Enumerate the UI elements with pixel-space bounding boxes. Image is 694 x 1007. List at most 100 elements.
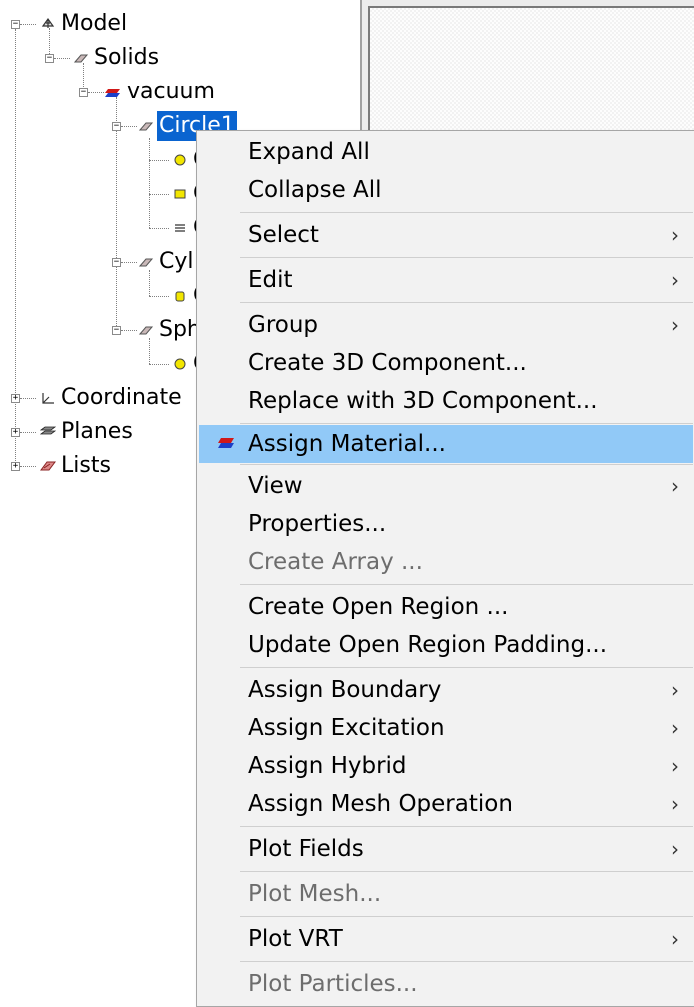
- tree-connector: [116, 130, 117, 330]
- menu-item-label: Select: [248, 222, 319, 248]
- menu-item-expand-all[interactable]: Expand All: [199, 133, 693, 171]
- menu-item-plot-particles: Plot Particles...: [199, 965, 693, 1003]
- menu-item-label: Collapse All: [248, 177, 382, 203]
- expand-toggle-coordinate[interactable]: +: [11, 394, 20, 403]
- tree-connector: [121, 126, 137, 127]
- menu-item-plot-mesh: Plot Mesh...: [199, 875, 693, 913]
- menu-item-assign-mesh-operation[interactable]: Assign Mesh Operation ›: [199, 785, 693, 823]
- lists-icon: [40, 461, 56, 471]
- menu-item-create-array: Create Array ...: [199, 543, 693, 581]
- menu-separator: [240, 826, 693, 827]
- operation-circle-icon: [174, 154, 186, 166]
- menu-item-label: Plot VRT: [248, 926, 343, 952]
- menu-separator: [240, 212, 693, 213]
- tree-connector: [20, 466, 36, 467]
- submenu-arrow-icon: ›: [671, 837, 679, 861]
- tree-node-solids[interactable]: Solids: [92, 43, 161, 73]
- tree-connector: [149, 338, 150, 364]
- menu-item-collapse-all[interactable]: Collapse All: [199, 171, 693, 209]
- collapse-toggle-cylinder[interactable]: −: [112, 258, 121, 267]
- menu-item-label: Assign Excitation: [248, 715, 445, 741]
- menu-item-update-open-region-padding[interactable]: Update Open Region Padding...: [199, 626, 693, 664]
- menu-item-view[interactable]: View ›: [199, 467, 693, 505]
- operation-sphere-icon: [174, 358, 186, 370]
- menu-separator: [240, 916, 693, 917]
- tree-connector: [121, 262, 137, 263]
- tree-node-vacuum[interactable]: vacuum: [125, 77, 217, 107]
- tree-connector: [15, 29, 16, 469]
- material-icon: [105, 89, 120, 97]
- collapse-toggle-circle1[interactable]: −: [112, 122, 121, 131]
- tree-connector: [20, 24, 36, 25]
- menu-item-label: Expand All: [248, 139, 370, 165]
- tree-connector: [149, 270, 150, 296]
- menu-item-label: Plot Particles...: [248, 971, 418, 997]
- menu-item-label: Plot Mesh...: [248, 881, 382, 907]
- tree-node-model[interactable]: Model: [59, 9, 129, 39]
- tree-connector: [20, 398, 36, 399]
- submenu-arrow-icon: ›: [671, 223, 679, 247]
- menu-item-label: Replace with 3D Component...: [248, 388, 598, 414]
- menu-item-label: Create Open Region ...: [248, 594, 509, 620]
- menu-separator: [240, 302, 693, 303]
- menu-item-replace-3d-component[interactable]: Replace with 3D Component...: [199, 382, 693, 420]
- solid-folder-icon: [73, 54, 89, 63]
- menu-item-label: Create Array ...: [248, 549, 423, 575]
- menu-separator: [240, 464, 693, 465]
- submenu-arrow-icon: ›: [671, 268, 679, 292]
- collapse-toggle-solids[interactable]: −: [45, 54, 54, 63]
- submenu-arrow-icon: ›: [671, 474, 679, 498]
- menu-item-assign-hybrid[interactable]: Assign Hybrid ›: [199, 747, 693, 785]
- submenu-arrow-icon: ›: [671, 927, 679, 951]
- menu-item-label: Create 3D Component...: [248, 350, 527, 376]
- collapse-toggle-sphere[interactable]: −: [112, 326, 121, 335]
- solid-object-icon: [138, 122, 154, 131]
- operation-lines-icon: [175, 224, 185, 232]
- menu-item-label: Assign Material...: [248, 431, 446, 457]
- menu-separator: [240, 961, 693, 962]
- menu-item-label: Assign Boundary: [248, 677, 442, 703]
- collapse-toggle-vacuum[interactable]: −: [79, 88, 88, 97]
- menu-item-plot-vrt[interactable]: Plot VRT ›: [199, 920, 693, 958]
- collapse-toggle-model[interactable]: −: [11, 20, 20, 29]
- menu-separator: [240, 423, 693, 424]
- menu-item-properties[interactable]: Properties...: [199, 505, 693, 543]
- submenu-arrow-icon: ›: [671, 678, 679, 702]
- menu-item-label: Plot Fields: [248, 836, 364, 862]
- menu-item-label: View: [248, 473, 303, 499]
- menu-item-assign-excitation[interactable]: Assign Excitation ›: [199, 709, 693, 747]
- tree-node-planes[interactable]: Planes: [59, 417, 135, 447]
- menu-item-create-open-region[interactable]: Create Open Region ...: [199, 588, 693, 626]
- menu-item-plot-fields[interactable]: Plot Fields ›: [199, 830, 693, 868]
- expand-toggle-planes[interactable]: +: [11, 428, 20, 437]
- menu-item-assign-boundary[interactable]: Assign Boundary ›: [199, 671, 693, 709]
- tree-connector: [149, 138, 150, 228]
- context-menu: Expand All Collapse All Select › Edit › Gr…: [196, 130, 694, 1007]
- tree-connector: [149, 228, 169, 229]
- menu-item-label: Group: [248, 312, 319, 338]
- submenu-arrow-icon: ›: [671, 313, 679, 337]
- expand-toggle-lists[interactable]: +: [11, 462, 20, 471]
- menu-item-create-3d-component[interactable]: Create 3D Component...: [199, 344, 693, 382]
- tree-node-lists[interactable]: Lists: [59, 451, 113, 481]
- model-icon: [41, 17, 55, 28]
- tree-connector: [149, 160, 169, 161]
- coordinate-system-icon: [42, 393, 54, 404]
- menu-item-label: Properties...: [248, 511, 387, 537]
- submenu-arrow-icon: ›: [671, 716, 679, 740]
- menu-item-label: Assign Hybrid: [248, 753, 407, 779]
- menu-separator: [240, 584, 693, 585]
- tree-node-coordinate[interactable]: Coordinate: [59, 383, 184, 413]
- tree-connector: [121, 330, 137, 331]
- operation-cylinder-icon: [175, 291, 185, 302]
- tree-connector: [20, 432, 36, 433]
- menu-item-assign-material[interactable]: Assign Material...: [199, 425, 693, 463]
- menu-separator: [240, 257, 693, 258]
- tree-node-cylinder[interactable]: Cyl: [157, 247, 196, 277]
- menu-item-label: Update Open Region Padding...: [248, 632, 608, 658]
- menu-item-group[interactable]: Group ›: [199, 306, 693, 344]
- tree-connector: [149, 194, 169, 195]
- menu-separator: [240, 667, 693, 668]
- menu-item-edit[interactable]: Edit ›: [199, 261, 693, 299]
- menu-item-select[interactable]: Select ›: [199, 216, 693, 254]
